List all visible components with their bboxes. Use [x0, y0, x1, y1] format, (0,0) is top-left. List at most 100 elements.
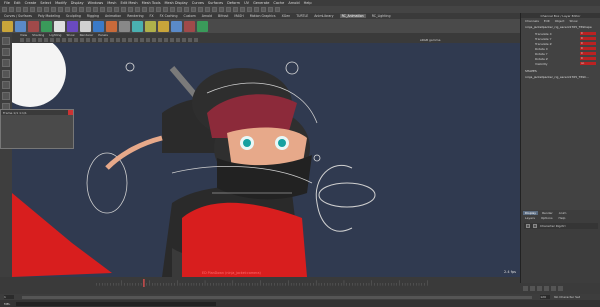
shelf-tool-icon[interactable]	[158, 20, 169, 32]
viewport-icon[interactable]	[158, 38, 162, 42]
viewport-icon[interactable]	[128, 38, 132, 42]
shelf-tab[interactable]: Animation	[105, 14, 121, 18]
3d-viewport[interactable]: ED PlanDown (ninja_jacket:camera) 2.4 fp…	[12, 43, 520, 277]
floating-tool-window[interactable]: Frame 1/1 1:1/1	[0, 109, 74, 149]
toolbar-button[interactable]	[135, 7, 140, 12]
viewport-icon[interactable]	[194, 38, 198, 42]
viewport-icon[interactable]	[92, 38, 96, 42]
layer-menu-item[interactable]: Options	[539, 216, 555, 220]
toolbar-button[interactable]	[191, 7, 196, 12]
menu-item-display[interactable]: Display	[71, 1, 84, 5]
menu-item-create[interactable]: Create	[25, 1, 37, 5]
attribute-value[interactable]: 0	[580, 51, 596, 56]
toolbar-button[interactable]	[37, 7, 42, 12]
viewport-icon[interactable]	[80, 38, 84, 42]
viewport-icon[interactable]	[38, 38, 42, 42]
viewport-icon[interactable]	[26, 38, 30, 42]
toolbar-button[interactable]	[177, 7, 182, 12]
tool-icon[interactable]	[2, 37, 10, 45]
menu-item-surfaces[interactable]: Surfaces	[208, 1, 223, 5]
attribute-value[interactable]: 0	[580, 36, 596, 41]
shelf-tab[interactable]: RC_Animation	[339, 14, 366, 18]
command-input[interactable]	[16, 301, 217, 306]
viewport-icon[interactable]	[32, 38, 36, 42]
toolbar-button[interactable]	[114, 7, 119, 12]
menu-item-help[interactable]: Help	[304, 1, 312, 5]
menu-item-generate[interactable]: Generate	[253, 1, 269, 5]
menu-item-modify[interactable]: Modify	[55, 1, 67, 5]
attribute-value[interactable]: on	[580, 61, 596, 66]
layer-tab[interactable]: Render	[540, 211, 555, 215]
shelf-tool-icon[interactable]	[145, 20, 156, 32]
channel-box-tab[interactable]: Show	[569, 19, 577, 23]
shelf-tab[interactable]: Poly Modeling	[38, 14, 60, 18]
viewport-icon[interactable]	[116, 38, 120, 42]
viewport-icon[interactable]	[170, 38, 174, 42]
shelf-tab[interactable]: FX Caching	[160, 14, 178, 18]
shelf-tab[interactable]: Rendering	[127, 14, 143, 18]
toolbar-button[interactable]	[121, 7, 126, 12]
menu-item-edit[interactable]: Edit	[14, 1, 21, 5]
viewport-icon[interactable]	[86, 38, 90, 42]
viewport-icon[interactable]	[62, 38, 66, 42]
shelf-tool-icon[interactable]	[197, 20, 208, 32]
shelf-tool-icon[interactable]	[2, 20, 13, 32]
shelf-tab[interactable]: AnimLibrary	[314, 14, 333, 18]
tool-icon[interactable]	[2, 81, 10, 89]
shelf-tab[interactable]: Sculpting	[66, 14, 81, 18]
shelf-tool-icon[interactable]	[106, 20, 117, 32]
menu-item-curves[interactable]: Curves	[192, 1, 204, 5]
play-forward-icon[interactable]	[544, 286, 549, 291]
step-back-icon[interactable]	[530, 286, 535, 291]
toolbar-button[interactable]	[163, 7, 168, 12]
viewport-icon[interactable]	[134, 38, 138, 42]
layer-menu-item[interactable]: Help	[557, 216, 568, 220]
viewport-icon[interactable]	[68, 38, 72, 42]
viewport-icon[interactable]	[50, 38, 54, 42]
shelf-tool-icon[interactable]	[80, 20, 91, 32]
go-end-icon[interactable]	[558, 286, 563, 291]
shelf-tool-icon[interactable]	[184, 20, 195, 32]
viewport-icon[interactable]	[104, 38, 108, 42]
menu-item-mesh[interactable]: Mesh	[107, 1, 116, 5]
menu-item-arnold[interactable]: Arnold	[288, 1, 299, 5]
toolbar-button[interactable]	[184, 7, 189, 12]
toolbar-button[interactable]	[86, 7, 91, 12]
layer-menu-item[interactable]: Layers	[523, 216, 537, 220]
shelf-tab[interactable]: TURTLE	[296, 14, 308, 18]
attribute-value[interactable]: 0	[580, 56, 596, 61]
attribute-value[interactable]: 0	[580, 46, 596, 51]
visibility-toggle[interactable]	[526, 224, 530, 228]
toolbar-button[interactable]	[107, 7, 112, 12]
toolbar-button[interactable]	[51, 7, 56, 12]
shelf-tab[interactable]: RC_Lighting	[372, 14, 391, 18]
shelf-tab[interactable]: Bifrost	[218, 14, 228, 18]
toolbar-button[interactable]	[9, 7, 14, 12]
channel-box-tab[interactable]: Edit	[544, 19, 550, 23]
menu-item-deform[interactable]: Deform	[227, 1, 240, 5]
shelf-tab[interactable]: Motion Graphics	[250, 14, 276, 18]
viewport-icon[interactable]	[98, 38, 102, 42]
viewport-icon[interactable]	[56, 38, 60, 42]
tool-icon[interactable]	[2, 48, 10, 56]
viewport-icon[interactable]	[164, 38, 168, 42]
viewport-icon[interactable]	[20, 38, 24, 42]
shelf-tab[interactable]: Custom	[183, 14, 195, 18]
toolbar-button[interactable]	[93, 7, 98, 12]
shelf-tool-icon[interactable]	[54, 20, 65, 32]
time-slider[interactable]	[0, 277, 520, 294]
shelf-tab[interactable]: XGen	[282, 14, 291, 18]
close-icon[interactable]	[68, 110, 73, 115]
toolbar-button[interactable]	[240, 7, 245, 12]
menu-item-select[interactable]: Select	[40, 1, 51, 5]
go-start-icon[interactable]	[523, 286, 528, 291]
shelf-tool-icon[interactable]	[171, 20, 182, 32]
toolbar-button[interactable]	[261, 7, 266, 12]
toolbar-button[interactable]	[254, 7, 259, 12]
shelf-tool-icon[interactable]	[132, 20, 143, 32]
tool-icon[interactable]	[2, 70, 10, 78]
shelf-tool-icon[interactable]	[119, 20, 130, 32]
layer-row[interactable]: Character Rigctrl	[524, 223, 598, 229]
template-toggle[interactable]	[533, 224, 537, 228]
menu-item-windows[interactable]: Windows	[88, 1, 104, 5]
